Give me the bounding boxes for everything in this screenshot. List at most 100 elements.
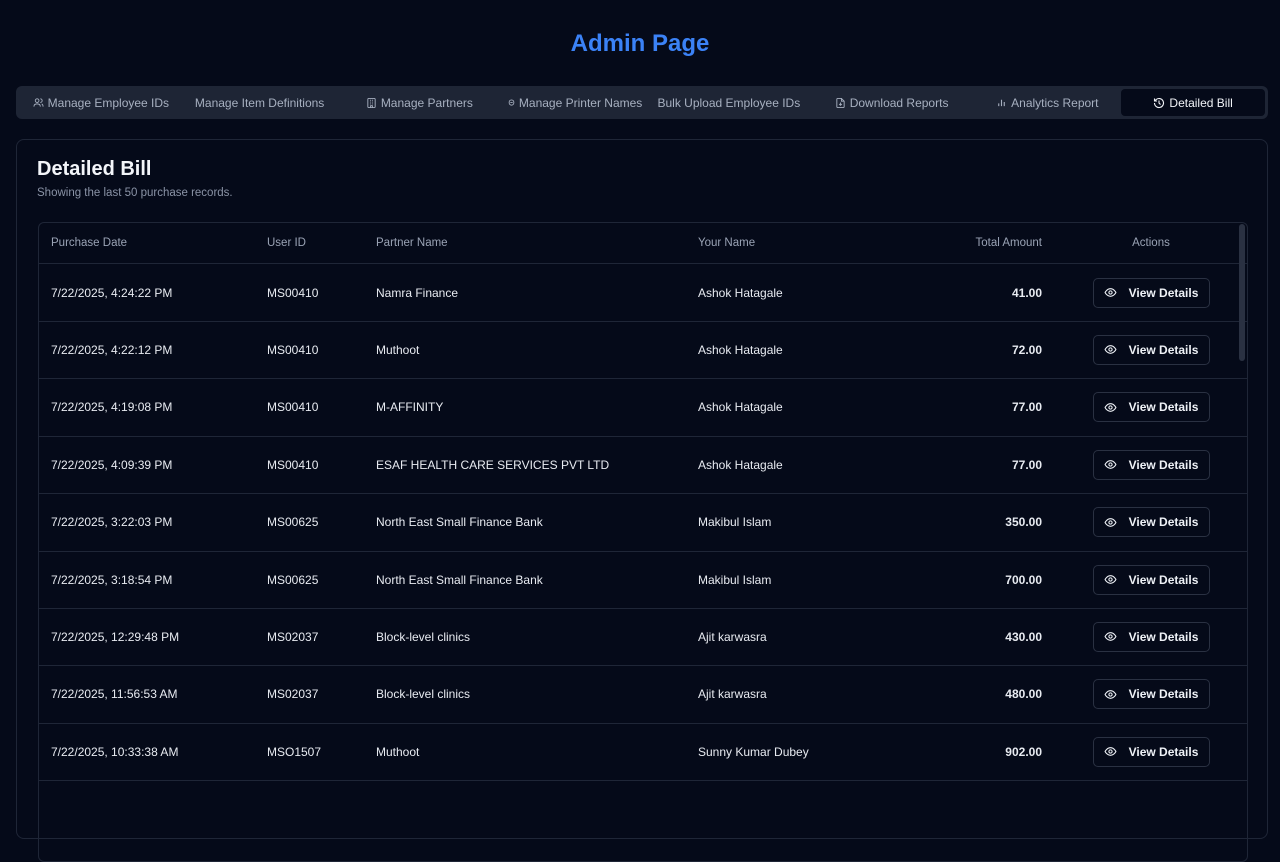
user-id-cell: MS00410 [267,400,319,415]
table-row: 7/22/2025, 4:24:22 PM MS00410 Namra Financ… [39,264,1247,322]
eye-icon [1104,458,1117,471]
partner-name-cell: M-AFFINITY [376,400,444,415]
partner-name-cell: ESAF HEALTH CARE SERVICES PVT LTD [376,457,610,472]
view-details-button[interactable]: View Details [1092,449,1210,480]
actions-cell: View Details [1092,723,1210,780]
tab-manage-partners[interactable]: Manage Partners [336,89,502,116]
tab-download-reports[interactable]: Download Reports [810,89,974,116]
your-name-cell: Ashok Hatagale [698,342,783,357]
view-details-label: View Details [1128,457,1199,472]
eye-icon [1104,688,1117,701]
tab-detailed-bill[interactable]: Detailed Bill [1121,89,1265,116]
actions-cell: View Details [1092,436,1210,493]
your-name-cell: Ashok Hatagale [698,457,783,472]
partner-name-cell: Muthoot [376,744,420,759]
header-total-amount[interactable]: Total Amount [939,223,1042,263]
tab-label: Manage Item Definitions [194,95,325,110]
view-details-button[interactable]: View Details [1092,736,1210,767]
tab-label: Analytics Report [1011,95,1099,110]
eye-icon [1104,286,1117,299]
eye-icon [1104,401,1117,414]
purchase-date-cell: 7/22/2025, 4:22:12 PM [51,342,173,357]
table-row: 7/22/2025, 10:33:38 AM MSO1507 Muthoot Sunn… [39,723,1247,782]
table-row: 7/22/2025, 4:09:39 PM MS00410 ESAF HEALTH … [39,436,1247,495]
view-details-label: View Details [1128,572,1199,587]
purchase-table: Purchase Date User ID Partner Name Your … [38,222,1248,862]
eye-icon [1104,573,1117,586]
tab-label: Manage Partners [380,95,473,110]
tab-manage-printer-names[interactable]: Manage Printer Names [502,89,648,116]
header-your-name[interactable]: Your Name [698,223,755,263]
header-actions: Actions [1132,237,1170,249]
table-header-row: Purchase Date User ID Partner Name Your … [39,223,1247,264]
purchase-date-cell: 7/22/2025, 12:29:48 PM [51,629,180,644]
view-details-label: View Details [1128,744,1199,759]
purchase-date-cell: 7/22/2025, 3:22:03 PM [51,515,173,530]
view-details-button[interactable]: View Details [1092,679,1210,710]
purchase-date-cell: 7/22/2025, 4:24:22 PM [51,285,173,300]
total-amount-cell: 350.00 [1005,515,1042,530]
eye-icon [1104,745,1117,758]
your-name-cell: Ajit karwasra [698,629,767,644]
your-name-cell: Ajit karwasra [698,687,767,702]
user-id-cell: MS00410 [267,457,319,472]
user-id-cell: MS00625 [267,515,319,530]
total-amount-cell: 902.00 [1005,744,1042,759]
actions-cell: View Details [1092,494,1210,551]
user-id-cell: MS00410 [267,285,319,300]
eye-icon [1104,516,1117,529]
header-user-id[interactable]: User ID [267,223,306,263]
your-name-cell: Ashok Hatagale [698,285,783,300]
actions-cell: View Details [1092,264,1210,321]
admin-tabs: Manage Employee IDs Manage Item Definitio… [16,86,1268,119]
view-details-label: View Details [1128,687,1199,702]
purchase-date-cell: 7/22/2025, 4:09:39 PM [51,457,173,472]
total-amount-cell: 430.00 [1005,629,1042,644]
view-details-button[interactable]: View Details [1092,621,1210,652]
user-id-cell: MS00410 [267,342,319,357]
view-details-label: View Details [1128,342,1199,357]
total-amount-cell: 72.00 [1011,342,1042,357]
view-details-button[interactable]: View Details [1092,277,1210,308]
partner-name-cell: North East Small Finance Bank [376,572,543,587]
purchase-date-cell: 7/22/2025, 11:56:53 AM [51,687,178,702]
view-details-button[interactable]: View Details [1092,392,1210,423]
bar-chart-icon [996,97,1007,108]
tab-label: Detailed Bill [1169,95,1233,110]
view-details-label: View Details [1128,515,1199,530]
table-row: 7/22/2025, 4:19:08 PM MS00410 M-AFFINITY As… [39,379,1247,437]
partner-name-cell: Block-level clinics [376,629,471,644]
building-icon [366,97,377,109]
your-name-cell: Sunny Kumar Dubey [698,744,809,759]
actions-cell: View Details [1092,666,1210,723]
tab-manage-item-definitions[interactable]: Manage Item Definitions [183,89,337,116]
eye-icon [1104,630,1117,643]
view-details-button[interactable]: View Details [1092,507,1210,538]
purchase-date-cell: 7/22/2025, 4:19:08 PM [51,400,173,415]
total-amount-cell: 77.00 [1011,457,1042,472]
view-details-label: View Details [1128,629,1199,644]
actions-cell: View Details [1092,551,1210,608]
panel-title: Detailed Bill [37,158,152,180]
header-purchase-date[interactable]: Purchase Date [51,223,127,263]
user-id-cell: MS02037 [267,687,319,702]
header-partner-name[interactable]: Partner Name [376,223,448,263]
table-scrollbar[interactable] [1239,224,1245,361]
actions-cell: View Details [1092,321,1210,378]
your-name-cell: Makibul Islam [698,572,772,587]
eye-icon [1104,343,1117,356]
tab-bulk-upload-employee-ids[interactable]: Bulk Upload Employee IDs [648,89,810,116]
file-download-icon [835,97,846,109]
tab-label: Bulk Upload Employee IDs [657,95,801,110]
total-amount-cell: 480.00 [1005,687,1042,702]
partner-name-cell: Block-level clinics [376,687,471,702]
your-name-cell: Makibul Islam [698,515,772,530]
view-details-button[interactable]: View Details [1092,564,1210,595]
detailed-bill-panel: Detailed Bill Showing the last 50 purcha… [16,139,1268,862]
view-details-button[interactable]: View Details [1092,334,1210,365]
tab-analytics-report[interactable]: Analytics Report [973,89,1121,116]
panel-subtitle: Showing the last 50 purchase records. [37,187,233,199]
tab-manage-employee-ids[interactable]: Manage Employee IDs [19,89,183,116]
tab-label: Manage Printer Names [518,95,643,110]
page-title: Admin Page [570,30,710,57]
